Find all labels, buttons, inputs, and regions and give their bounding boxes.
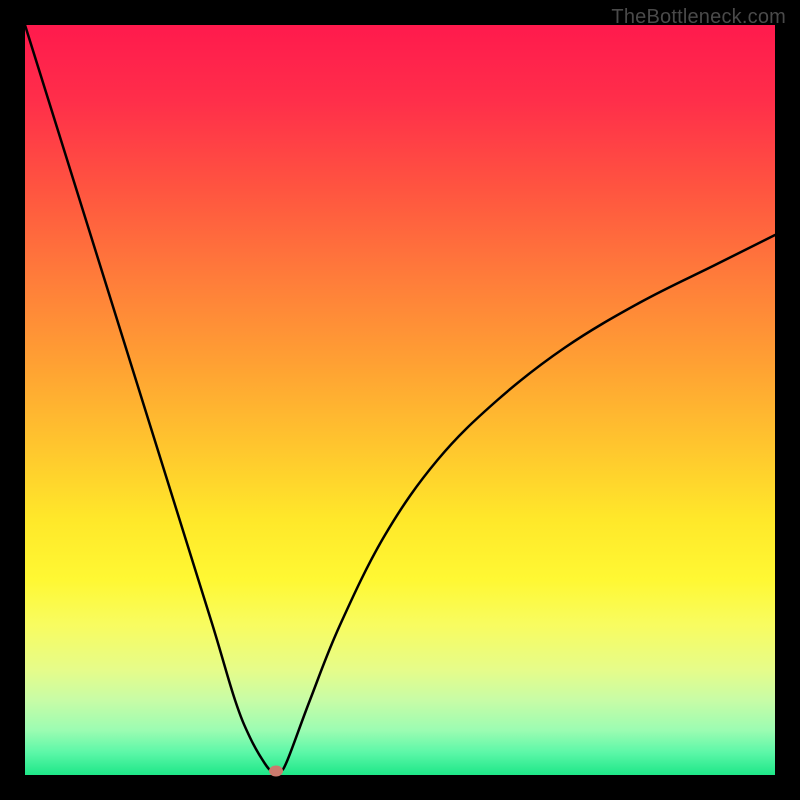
chart-frame: TheBottleneck.com [0,0,800,800]
plot-area [25,25,775,775]
watermark-text: TheBottleneck.com [611,6,786,29]
optimal-point-marker [269,766,283,777]
bottleneck-curve [25,25,775,775]
